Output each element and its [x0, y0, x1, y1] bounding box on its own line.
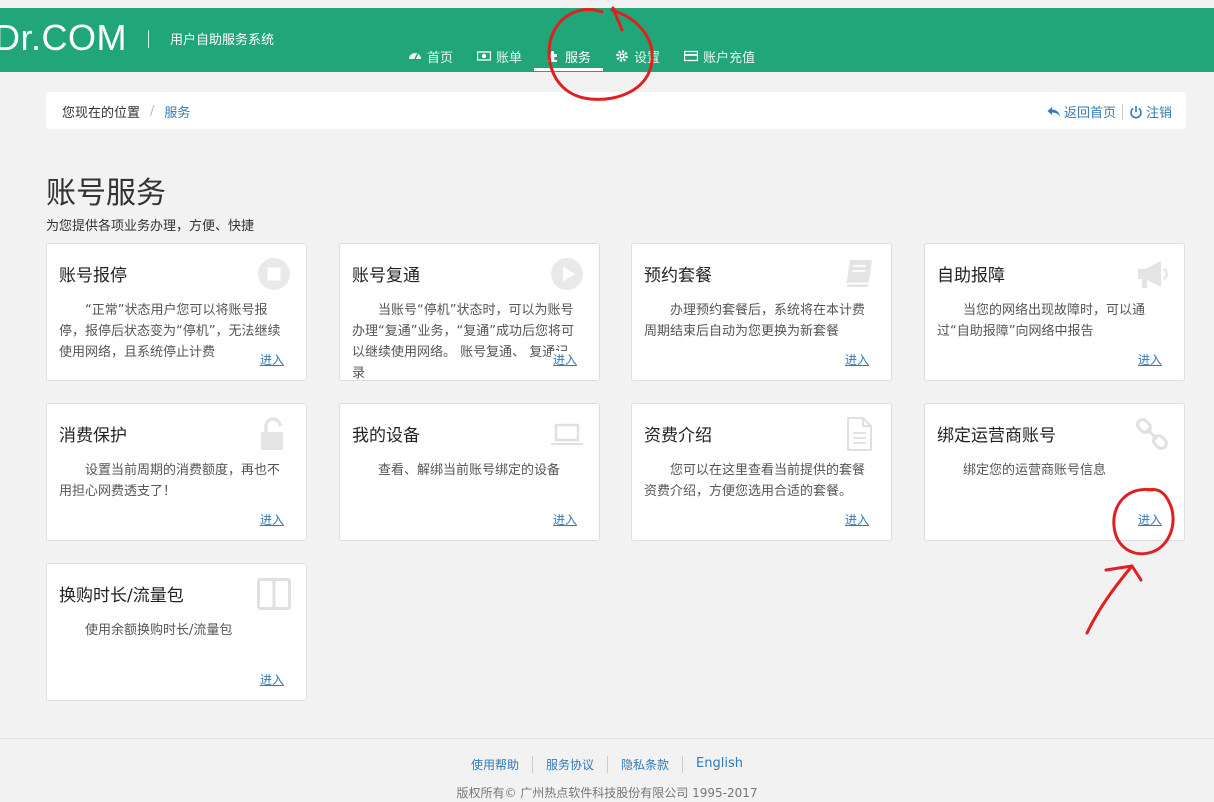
card-enter-link[interactable]: 进入: [257, 351, 286, 368]
card-description: 您可以在这里查看当前提供的套餐资费介绍，方便您选用合适的套餐。: [644, 463, 866, 499]
card-account-resume: 账号复通 当账号“停机”状态时，可以为账号办理“复通”业务，“复通”成功后您将可…: [339, 243, 600, 381]
card-title: 消费保护: [59, 426, 127, 446]
power-icon: [1129, 105, 1143, 119]
breadcrumb-link-divider: [1121, 103, 1123, 120]
card-enter-link[interactable]: 进入: [842, 511, 871, 528]
page-subtitle: 为您提供各项业务办理，方便、快捷: [46, 219, 255, 234]
card-spending-protection: 消费保护 设置当前周期的消费额度，再也不用担心网费透支了！ 进入: [46, 403, 307, 541]
page-title: 账号服务: [46, 176, 166, 211]
dashboard-icon: [408, 49, 422, 63]
system-subtitle: 用户自助服务系统: [170, 33, 275, 48]
nav-item-services[interactable]: 服务: [534, 42, 604, 71]
card-my-devices: 我的设备 查看、解绑当前账号绑定的设备 进入: [339, 403, 600, 541]
footer-link-privacy[interactable]: 隐私条款: [607, 756, 682, 773]
card-description: 查看、解绑当前账号绑定的设备: [378, 463, 561, 478]
card-title: 我的设备: [352, 426, 420, 446]
card-title: 绑定运营商账号: [937, 426, 1056, 446]
copyright-text: 版权所有© 广州热点软件科技股份有限公司 1995-2017: [456, 786, 758, 800]
breadcrumb-separator: /: [150, 104, 155, 119]
card-title: 预约套餐: [644, 266, 712, 286]
card-tariff-info: 资费介绍 您可以在这里查看当前提供的套餐资费介绍，方便您选用合适的套餐。 进入: [631, 403, 892, 541]
book-icon: [841, 256, 877, 292]
breadcrumb: 您现在的位置 / 服务 返回首页 注销: [46, 92, 1186, 129]
back-home-link[interactable]: 返回首页: [1047, 102, 1116, 121]
card-title: 账号报停: [59, 266, 127, 286]
logout-label: 注销: [1145, 106, 1172, 121]
card-description: “正常”状态用户您可以将账号报停，报停后状态变为“停机”，无法继续使用网络，且系…: [59, 303, 281, 360]
card-description: 绑定您的运营商账号信息: [963, 463, 1107, 478]
footer-link-help[interactable]: 使用帮助: [458, 756, 532, 773]
bullhorn-icon: [1134, 256, 1170, 292]
footer-link-english[interactable]: English: [682, 756, 756, 773]
card-title: 资费介绍: [644, 426, 712, 446]
card-title: 换购时长/流量包: [59, 586, 184, 606]
stop-icon: [256, 256, 292, 292]
nav-label: 首页: [427, 50, 454, 66]
link-icon: [1134, 416, 1170, 452]
reply-arrow-icon: [1047, 105, 1061, 119]
card-title: 自助报障: [937, 266, 1005, 286]
card-exchange-time-data: 换购时长/流量包 使用余额换购时长/流量包 进入: [46, 563, 307, 701]
unlock-icon: [256, 416, 292, 452]
footer-link-terms[interactable]: 服务协议: [532, 756, 607, 773]
card-enter-link[interactable]: 进入: [550, 351, 579, 368]
main-nav: 首页 账单 服务 设置 账户充值: [396, 42, 767, 71]
card-enter-link[interactable]: 进入: [257, 671, 286, 688]
laptop-icon: [549, 416, 585, 452]
document-icon: [841, 416, 877, 452]
columns-icon: [256, 576, 292, 612]
footer: 使用帮助 服务协议 隐私条款 English 版权所有© 广州热点软件科技股份有…: [0, 738, 1214, 802]
money-icon: [477, 49, 492, 63]
card-description: 当您的网络出现故障时，可以通过“自助报障”向网络中报告: [937, 303, 1146, 339]
nav-label: 设置: [634, 50, 661, 66]
back-home-label: 返回首页: [1063, 106, 1116, 121]
puzzle-icon: [546, 49, 560, 63]
card-enter-link[interactable]: 进入: [257, 511, 286, 528]
card-title: 账号复通: [352, 266, 420, 286]
card-description: 办理预约套餐后，系统将在本计费周期结束后自动为您更换为新套餐: [644, 303, 866, 339]
gear-icon: [615, 49, 629, 63]
card-enter-link[interactable]: 进入: [550, 511, 579, 528]
play-icon: [549, 256, 585, 292]
card-enter-link[interactable]: 进入: [1135, 511, 1164, 528]
nav-label: 账户充值: [703, 50, 756, 66]
card-description: 当账号“停机”状态时，可以为账号办理“复通”业务，“复通”成功后您将可以继续使用…: [352, 303, 574, 381]
brand-separator: [148, 30, 149, 48]
brand-logo: Dr.COM: [0, 17, 127, 58]
card-fault-report: 自助报障 当您的网络出现故障时，可以通过“自助报障”向网络中报告 进入: [924, 243, 1185, 381]
annotation-arrow: [1085, 564, 1143, 635]
card-description: 设置当前周期的消费额度，再也不用担心网费透支了！: [59, 463, 281, 499]
credit-card-icon: [684, 49, 699, 63]
card-description: 使用余额换购时长/流量包: [85, 623, 233, 638]
breadcrumb-location-label: 您现在的位置: [62, 106, 141, 121]
nav-item-settings[interactable]: 设置: [603, 42, 672, 70]
nav-item-bills[interactable]: 账单: [465, 42, 534, 70]
nav-item-recharge[interactable]: 账户充值: [672, 42, 767, 70]
card-enter-link[interactable]: 进入: [842, 351, 871, 368]
breadcrumb-current: 服务: [164, 106, 191, 121]
card-account-suspend: 账号报停 “正常”状态用户您可以将账号报停，报停后状态变为“停机”，无法继续使用…: [46, 243, 307, 381]
card-bind-carrier-account: 绑定运营商账号 绑定您的运营商账号信息 进入: [924, 403, 1185, 541]
card-enter-link[interactable]: 进入: [1135, 351, 1164, 368]
top-navbar: Dr.COM 用户自助服务系统 首页 账单 服务 设置 账户充值: [0, 8, 1214, 72]
nav-item-home[interactable]: 首页: [396, 42, 465, 70]
nav-label: 账单: [496, 50, 523, 66]
card-reserve-package: 预约套餐 办理预约套餐后，系统将在本计费周期结束后自动为您更换为新套餐 进入: [631, 243, 892, 381]
logout-link[interactable]: 注销: [1129, 102, 1172, 121]
nav-label: 服务: [565, 50, 592, 66]
footer-links: 使用帮助 服务协议 隐私条款 English: [0, 756, 1214, 773]
